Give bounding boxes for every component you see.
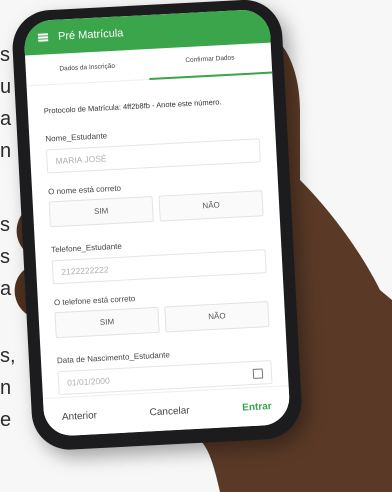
form-content: Protocolo de Matrícula: 4ff2b8fb - Anote… — [27, 74, 289, 396]
phone-device: Pré Matrícula Dados da Inscrição Confirm… — [10, 0, 304, 452]
tab-dados-inscricao[interactable]: Dados da Inscrição — [26, 61, 149, 74]
cancel-button[interactable]: Cancelar — [149, 405, 190, 418]
phone-screen: Pré Matrícula Dados da Inscrição Confirm… — [23, 8, 291, 437]
name-yes-button[interactable]: SIM — [48, 195, 154, 228]
phone-field[interactable]: 2122222222 — [51, 249, 267, 285]
name-field[interactable]: MARIA JOSÉ — [45, 138, 261, 174]
calendar-icon[interactable] — [252, 368, 264, 379]
birth-date-value: 01/01/2000 — [66, 375, 110, 388]
enter-button[interactable]: Entrar — [242, 401, 272, 414]
protocol-text: Protocolo de Matrícula: 4ff2b8fb - Anote… — [43, 97, 222, 116]
name-no-button[interactable]: NÃO — [158, 190, 264, 222]
name-check-buttons: SIM NÃO — [48, 190, 264, 228]
phone-check-buttons: SIM NÃO — [54, 301, 270, 339]
phone-yes-button[interactable]: SIM — [54, 306, 160, 339]
phone-no-button[interactable]: NÃO — [164, 301, 270, 333]
previous-button[interactable]: Anterior — [62, 410, 98, 423]
app-title: Pré Matrícula — [57, 27, 124, 43]
tab-confirmar-dados[interactable]: Confirmar Dados — [147, 41, 273, 80]
menu-icon[interactable] — [37, 33, 49, 42]
